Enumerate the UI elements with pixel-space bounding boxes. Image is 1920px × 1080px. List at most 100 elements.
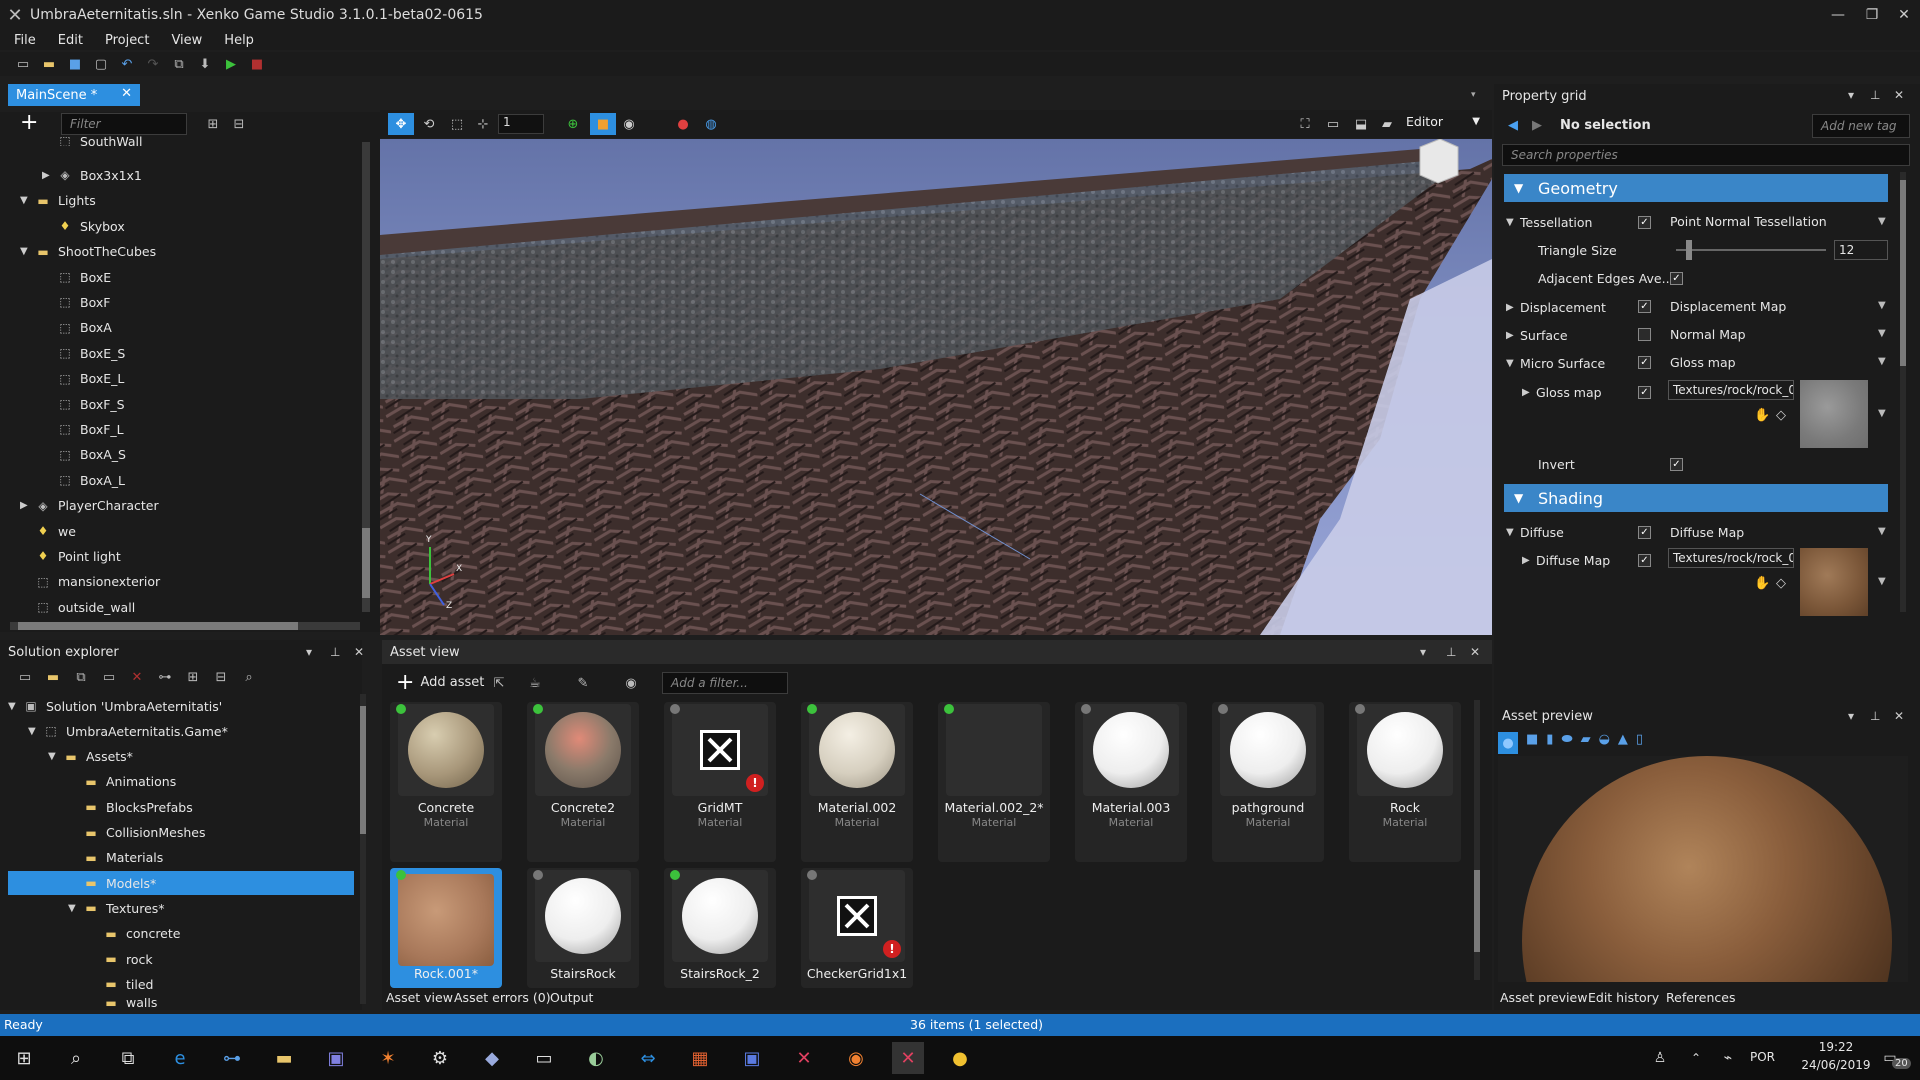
add-entity-icon[interactable]: +	[20, 112, 44, 135]
scene-tree-item[interactable]: ▼ ▬ Lights	[20, 189, 96, 213]
close-panel-icon[interactable]: ✕	[1470, 645, 1480, 659]
minimize-icon[interactable]: —	[1822, 0, 1854, 30]
panel-dropdown-icon[interactable]: ▾	[1848, 709, 1854, 723]
pick-hand-icon[interactable]: ✋	[1754, 408, 1770, 423]
glossmap-path-field[interactable]: Textures/rock/rock_0:	[1668, 380, 1794, 400]
solution-tree-item[interactable]: ▼ ▬ Textures*	[0, 896, 165, 920]
asset-tile[interactable]: Concrete Material	[390, 702, 502, 862]
game-app-icon[interactable]: ✶	[372, 1042, 404, 1074]
chevron-down-icon[interactable]: ▼	[1878, 356, 1886, 367]
asset-tile[interactable]: pathground Material	[1212, 702, 1324, 862]
collapse-icon[interactable]: ⊟	[212, 668, 230, 686]
asset-tile[interactable]: Material.003 Material	[1075, 702, 1187, 862]
asset-tile[interactable]: Material.002_2* Material	[938, 702, 1050, 862]
expand-arrow-icon[interactable]: ▼	[68, 903, 82, 914]
new-icon[interactable]: ▭	[14, 55, 32, 73]
stop-icon[interactable]: ■	[248, 55, 266, 73]
expand-arrow-icon[interactable]: ▼	[1506, 527, 1520, 538]
scene-tree-item[interactable]: ⬚ BoxE	[42, 265, 111, 289]
displacement-checkbox[interactable]: ✓	[1638, 300, 1651, 313]
solution-tree-item[interactable]: ▬ walls	[0, 998, 157, 1008]
copy-icon[interactable]: ⧉	[72, 668, 90, 686]
chevron-down-icon[interactable]: ▼	[1878, 216, 1886, 227]
chrome-canary-icon[interactable]: ●	[944, 1042, 976, 1074]
diffuse-checkbox[interactable]: ✓	[1638, 526, 1651, 539]
cone-shape-icon[interactable]: ▲	[1618, 732, 1628, 754]
clock-time[interactable]: 19:22	[1806, 1040, 1866, 1054]
section-shading[interactable]: ▼ Shading	[1504, 484, 1888, 512]
world-icon[interactable]: ⊕	[560, 113, 586, 135]
menu-view[interactable]: View	[171, 33, 202, 48]
photo-app-icon[interactable]: ▣	[320, 1042, 352, 1074]
frame-icon[interactable]: ⬓	[1348, 113, 1374, 135]
panel-dropdown-icon[interactable]: ▾	[306, 645, 312, 659]
windows-start-icon[interactable]: ⊞	[8, 1042, 40, 1074]
screen-icon[interactable]: ▭	[1320, 113, 1346, 135]
close-panel-icon[interactable]: ✕	[1894, 709, 1904, 723]
expand-icon[interactable]: ⊞	[184, 668, 202, 686]
disc-shape-icon[interactable]: ◒	[1599, 732, 1610, 754]
chevron-down-icon[interactable]: ▼	[1878, 408, 1886, 419]
tab-asset-preview[interactable]: Asset preview	[1500, 990, 1587, 1005]
glossmap-checkbox[interactable]: ✓	[1638, 386, 1651, 399]
asset-tile[interactable]: Rock.001*	[390, 868, 502, 988]
teamviewer-icon[interactable]: ⇔	[632, 1042, 664, 1074]
expand-arrow-icon[interactable]: ▶	[1506, 330, 1520, 341]
snap-icon[interactable]: ⊹	[470, 113, 496, 135]
rename-icon[interactable]: ▭	[100, 668, 118, 686]
undo-icon[interactable]: ↶	[118, 55, 136, 73]
office-icon[interactable]: ▦	[684, 1042, 716, 1074]
scene-tree-item[interactable]: ▼ ▬ ShootTheCubes	[20, 240, 156, 264]
locate-icon[interactable]: ⌕	[240, 668, 258, 686]
solution-tree-item[interactable]: ▼ ⬚ UmbraAeternitatis.Game*	[0, 719, 228, 743]
edge-icon[interactable]: e	[164, 1042, 196, 1074]
scene-tree-item[interactable]: ♦ Skybox	[42, 214, 125, 238]
eraser-icon[interactable]: ◇	[1776, 576, 1786, 591]
tessellation-value[interactable]: Point Normal Tessellation	[1670, 214, 1827, 229]
lighting-icon[interactable]: ◍	[698, 113, 724, 135]
tab-mainscene[interactable]: MainScene * ✕	[8, 84, 140, 106]
window-icon[interactable]: ▢	[92, 55, 110, 73]
expand-arrow-icon[interactable]: ▶	[1506, 302, 1520, 313]
expand-arrow-icon[interactable]: ▼	[28, 726, 42, 737]
pin-icon[interactable]: ⊥	[330, 645, 340, 659]
tab-references[interactable]: References	[1666, 990, 1735, 1005]
asset-tile[interactable]: Material.002 Material	[801, 702, 913, 862]
plane-shape-icon[interactable]: ▰	[1581, 732, 1591, 754]
search-icon[interactable]: ⌕	[60, 1042, 92, 1074]
redo-icon[interactable]: ↷	[144, 55, 162, 73]
pick-hand-icon[interactable]: ✋	[1754, 576, 1770, 591]
expand-arrow-icon[interactable]: ▼	[20, 246, 34, 257]
capsule-shape-icon[interactable]: ▯	[1636, 732, 1643, 754]
asset-preview-render[interactable]	[1498, 756, 1908, 982]
expand-arrow-icon[interactable]: ▶	[42, 170, 56, 181]
close-tab-icon[interactable]: ✕	[121, 86, 132, 101]
cylinder-shape-icon[interactable]: ▮	[1546, 732, 1553, 754]
new-folder-icon[interactable]: ▭	[16, 668, 34, 686]
scene-tree-item[interactable]: ♦ we	[20, 519, 76, 543]
diffusemap-path-field[interactable]: Textures/rock/rock_0:	[1668, 548, 1794, 568]
notes-icon[interactable]: ◆	[476, 1042, 508, 1074]
xenko-studio-icon[interactable]: ✕	[892, 1042, 924, 1074]
scene-tree-item[interactable]: ⬚ BoxF_S	[42, 392, 124, 416]
tab-asset-errors[interactable]: Asset errors (0)	[454, 990, 551, 1005]
people-icon[interactable]: ♙	[1644, 1042, 1676, 1074]
play-icon[interactable]: ▶	[222, 55, 240, 73]
micro-value[interactable]: Gloss map	[1670, 355, 1736, 370]
solution-tree-item[interactable]: ▬ Materials	[0, 846, 163, 870]
blender-icon[interactable]: ◉	[840, 1042, 872, 1074]
property-grid-scroll-thumb[interactable]	[1900, 180, 1906, 366]
edit-icon[interactable]: ✎	[574, 674, 592, 692]
fullscreen-icon[interactable]: ⛶	[1292, 113, 1318, 135]
dependencies-icon[interactable]: ⊶	[156, 668, 174, 686]
close-window-icon[interactable]: ✕	[1888, 0, 1920, 30]
triangle-size-slider[interactable]	[1676, 249, 1826, 251]
cube-shape-icon[interactable]: ■	[1526, 732, 1538, 754]
expand-arrow-icon[interactable]: ▼	[1506, 217, 1520, 228]
scale-icon[interactable]: ⬚	[444, 113, 470, 135]
close-panel-icon[interactable]: ✕	[354, 645, 364, 659]
network-icon[interactable]: ⌁	[1712, 1042, 1744, 1074]
search-properties-input[interactable]: Search properties	[1502, 144, 1910, 166]
asset-tile[interactable]: StairsRock_2	[664, 868, 776, 988]
menu-edit[interactable]: Edit	[58, 33, 83, 48]
